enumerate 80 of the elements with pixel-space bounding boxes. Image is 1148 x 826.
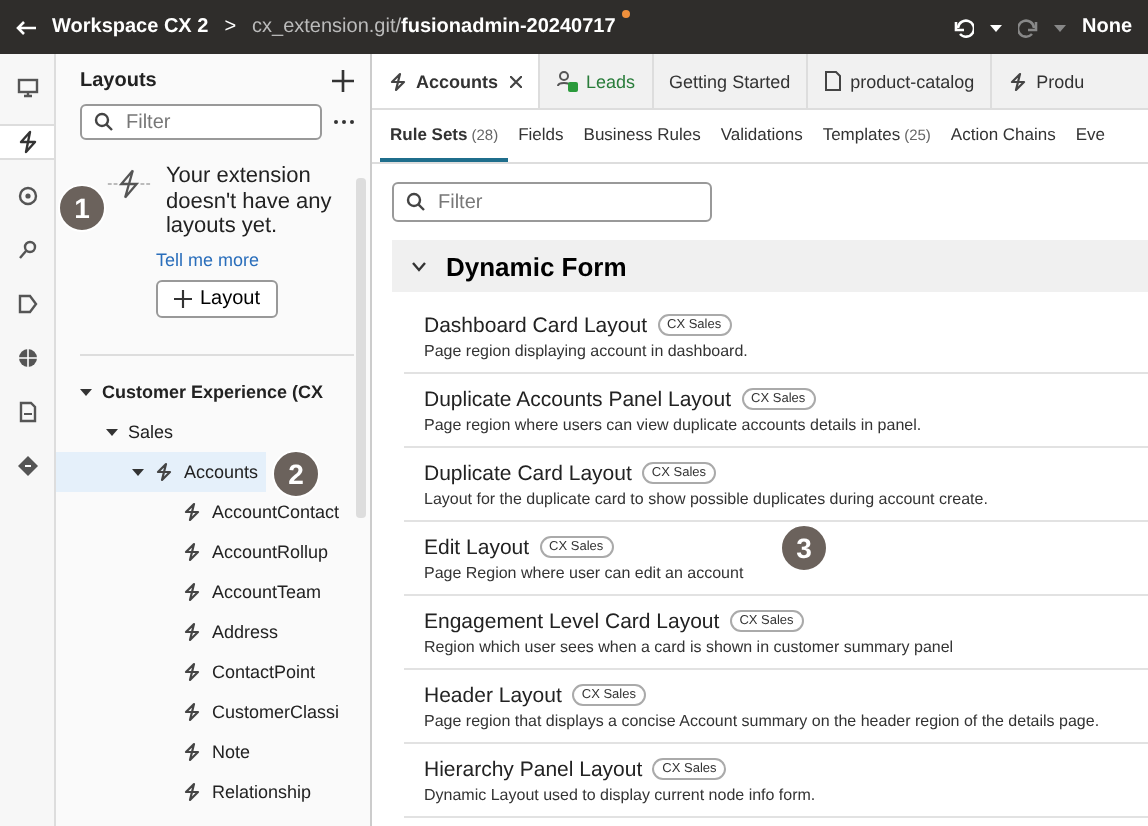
tree-item[interactable]: ContactPoint (56, 651, 324, 692)
filter-field[interactable]: Filter (392, 182, 712, 222)
document-icon (15, 400, 39, 424)
empty-message: Your extension doesn't have any layouts yet. (165, 164, 334, 240)
chevron-icon (412, 261, 426, 271)
lightning-icon (182, 781, 202, 802)
lightning-icon (182, 741, 202, 762)
caret-icon[interactable] (106, 425, 118, 438)
lightning-icon (154, 461, 174, 482)
redo-icon[interactable] (1018, 17, 1038, 37)
add-layout-button[interactable]: Layout (156, 279, 279, 318)
layout-description: Page region displaying account in dashboard. (424, 341, 750, 359)
layout-description: Page region where users can view duplicate accounts details in panel. (424, 415, 924, 433)
layout-title[interactable]: Engagement Level Card Layout (424, 609, 720, 633)
document-icon (824, 70, 843, 92)
help-link[interactable]: Tell me more (156, 249, 370, 270)
layout-title[interactable]: Dashboard Card Layout (424, 313, 647, 337)
lightning-icon (182, 581, 202, 602)
sub-tab[interactable]: Validations (710, 110, 813, 162)
people-icon (556, 70, 579, 92)
target-icon (15, 184, 39, 208)
tree-item[interactable]: Address (56, 611, 287, 652)
layout-description: Dynamic Layout used to display current node info form. (424, 785, 818, 803)
lightning-icon (182, 541, 202, 562)
lightning-icon (388, 71, 408, 91)
editor-tab[interactable]: Accounts (372, 54, 541, 108)
sub-tab[interactable]: Business Rules (573, 110, 711, 162)
back-arrow-icon[interactable] (16, 19, 36, 35)
search-icon (406, 192, 426, 212)
sub-tab[interactable]: Eve (1065, 110, 1106, 162)
lightning-icon (182, 501, 202, 522)
lightning-icon (104, 164, 154, 204)
breadcrumb-separator: > (224, 16, 237, 38)
layout-description: Page region that displays a concise Account summary on the header region of the details page. (424, 711, 1102, 729)
layout-description: Region which user sees when a card is shown in customer summary panel (424, 637, 956, 655)
plus-icon (174, 289, 192, 308)
branch-name[interactable]: fusionadmin-20240717 (401, 16, 616, 38)
caret-icon[interactable] (80, 385, 92, 398)
lightning-icon (182, 621, 202, 642)
lightning-icon (182, 701, 202, 722)
workspace-name[interactable]: Workspace CX 2 (52, 16, 209, 38)
tree-item[interactable]: Accounts (56, 451, 267, 492)
sub-tab[interactable]: Fields (508, 110, 574, 162)
lightning-icon (182, 661, 202, 682)
layout-title[interactable]: Duplicate Accounts Panel Layout (424, 387, 732, 411)
sidebar-tab[interactable] (0, 124, 54, 160)
close-icon[interactable] (510, 75, 523, 87)
tree-item[interactable]: AccountTeam (56, 571, 330, 612)
section-header[interactable]: Dynamic Form (392, 240, 1148, 292)
panel-title: Layouts (80, 70, 157, 92)
layout-description: Page Region where user can edit an account (424, 563, 746, 581)
tree-item[interactable]: CustomerClassi (56, 691, 348, 732)
diamond-icon (15, 454, 39, 478)
layout-title[interactable]: Header Layout (424, 683, 562, 707)
undo-icon[interactable] (954, 17, 974, 37)
tree-item[interactable]: Sales (56, 411, 182, 452)
layout-title[interactable]: Edit Layout (424, 535, 530, 559)
lightning-icon (1008, 71, 1029, 91)
filter-field[interactable]: Filter (80, 104, 322, 140)
callout-marker: 3 (780, 524, 828, 572)
tree-item[interactable]: AccountRollup (56, 531, 337, 572)
tree-item[interactable]: Note (56, 731, 259, 772)
layout-title[interactable]: Duplicate Card Layout (424, 461, 632, 485)
search-icon (94, 112, 114, 132)
lightning-icon (15, 130, 39, 154)
scrollbar[interactable] (356, 178, 366, 518)
layout-title[interactable]: Hierarchy Panel Layout (424, 757, 643, 781)
caret-icon[interactable] (132, 465, 144, 478)
add-button[interactable] (332, 70, 354, 92)
sub-tab[interactable]: Action Chains (940, 110, 1066, 162)
plus-icon (332, 70, 354, 92)
caret-icon[interactable] (990, 21, 1002, 33)
profile-selector[interactable]: None (1082, 16, 1132, 38)
globe-icon (15, 346, 39, 370)
tree-item[interactable]: Relationship (56, 771, 320, 812)
layout-description: Layout for the duplicate card to show possible duplicates during account create. (424, 489, 990, 507)
tag-icon (15, 292, 39, 316)
repository-name: cx_extension.git/ (252, 16, 402, 38)
tree-item[interactable]: Customer Experience (CX (56, 371, 332, 412)
monitor-icon (15, 76, 39, 100)
